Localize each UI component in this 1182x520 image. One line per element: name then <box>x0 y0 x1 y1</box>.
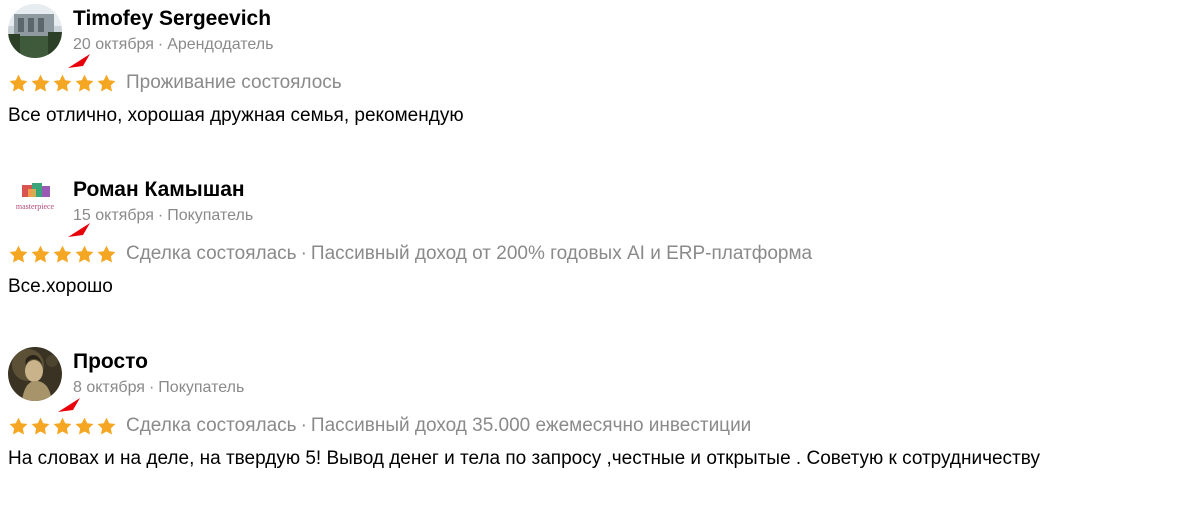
review-date: 20 октября <box>73 36 154 53</box>
author-name[interactable]: Просто <box>73 349 148 375</box>
author-role: Покупатель <box>167 207 254 224</box>
star-icon <box>8 416 29 437</box>
review-header: Просто 8 октября · Покупатель <box>8 347 1168 403</box>
rating-row: Проживание состоялось <box>8 70 342 96</box>
separator-dot: · <box>300 243 307 264</box>
red-marker-icon <box>66 52 92 70</box>
review-meta: 8 октября · Покупатель <box>73 378 244 398</box>
logo-text: masterpiece <box>16 202 55 211</box>
review-card: Timofey Sergeevich 20 октября · Арендодате… <box>8 4 1168 126</box>
star-rating <box>8 416 118 437</box>
star-icon <box>74 244 95 265</box>
star-icon <box>52 416 73 437</box>
photo-avatar-icon <box>8 4 62 58</box>
star-icon <box>96 73 117 94</box>
review-text: Все.хорошо <box>8 276 113 297</box>
author-role: Покупатель <box>158 379 245 396</box>
rating-row: Сделка состоялась · Пассивный доход от 200… <box>8 241 812 267</box>
review-meta: 20 октября · Арендодатель <box>73 35 273 55</box>
star-icon <box>8 244 29 265</box>
review-card: masterpiece Роман Камышан 15 октября · Пок… <box>8 175 1168 297</box>
deal-status-label: Сделка состоялась <box>126 415 297 436</box>
star-icon <box>30 244 51 265</box>
user-avatar[interactable] <box>8 4 62 58</box>
star-icon <box>96 416 117 437</box>
deal-status: Сделка состоялась · Пассивный доход от 200… <box>126 242 812 266</box>
star-rating <box>8 244 118 265</box>
star-icon <box>74 416 95 437</box>
review-card: Просто 8 октября · Покупатель Сделка состо… <box>8 347 1168 469</box>
deal-status: Сделка состоялась · Пассивный доход 35.000… <box>126 414 751 438</box>
star-icon <box>52 244 73 265</box>
separator-dot: · <box>157 36 164 53</box>
user-avatar[interactable] <box>8 347 62 401</box>
review-meta: 15 октября · Покупатель <box>73 206 253 226</box>
review-header: masterpiece Роман Камышан 15 октября · Пок… <box>8 175 1168 231</box>
red-marker-icon <box>56 396 82 414</box>
deal-item-link[interactable]: Пассивный доход от 200% годовых AI и ERP… <box>311 243 812 264</box>
author-name[interactable]: Timofey Sergeevich <box>73 6 271 32</box>
red-marker-icon <box>66 221 92 239</box>
rating-row: Сделка состоялась · Пассивный доход 35.000… <box>8 413 751 439</box>
masterpiece-logo-icon: masterpiece <box>8 175 62 229</box>
separator-dot: · <box>157 207 164 224</box>
star-icon <box>52 73 73 94</box>
user-avatar[interactable]: masterpiece <box>8 175 62 229</box>
star-icon <box>30 416 51 437</box>
author-name[interactable]: Роман Камышан <box>73 177 245 203</box>
review-header: Timofey Sergeevich 20 октября · Арендодате… <box>8 4 1168 60</box>
deal-status-label: Сделка состоялась <box>126 243 297 264</box>
star-icon <box>96 244 117 265</box>
star-icon <box>8 73 29 94</box>
star-icon <box>74 73 95 94</box>
review-text: Все отлично, хорошая дружная семья, реко… <box>8 105 464 126</box>
deal-status: Проживание состоялось <box>126 72 342 93</box>
deal-item-link[interactable]: Пассивный доход 35.000 ежемесячно инвест… <box>311 415 751 436</box>
separator-dot: · <box>148 379 155 396</box>
star-rating <box>8 73 118 94</box>
author-role: Арендодатель <box>167 36 274 53</box>
review-text: На словах и на деле, на твердую 5! Вывод… <box>8 448 1040 469</box>
review-date: 8 октября <box>73 379 145 396</box>
painting-avatar-icon <box>8 347 62 401</box>
star-icon <box>30 73 51 94</box>
separator-dot: · <box>300 415 307 436</box>
